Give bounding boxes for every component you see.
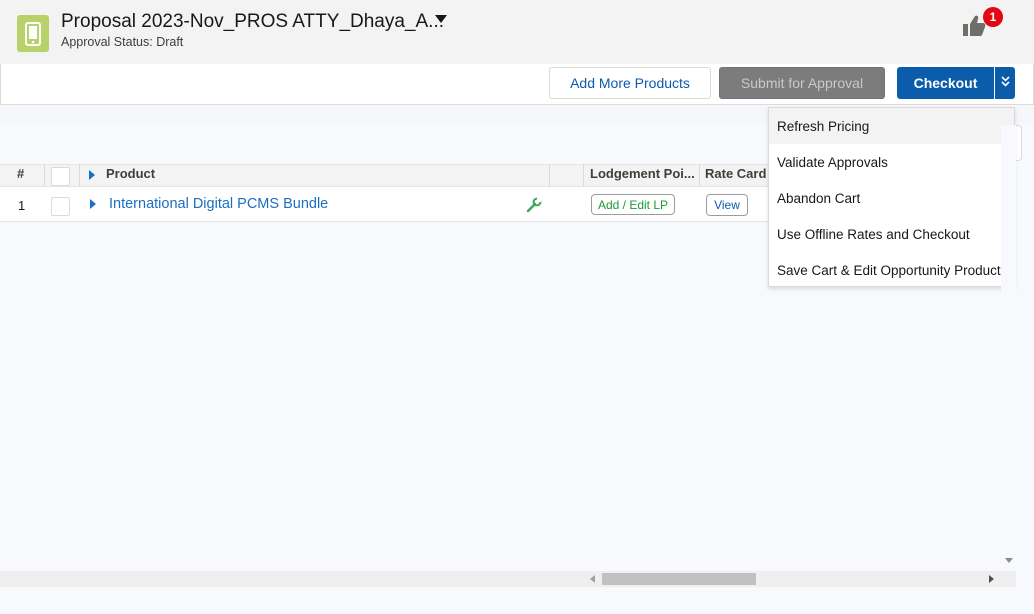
column-header-lodgement-point[interactable]: Lodgement Poi...: [590, 166, 695, 181]
mobile-device-icon: [17, 15, 49, 52]
double-chevron-down-icon: [1000, 76, 1010, 90]
title-dropdown-caret-icon[interactable]: [435, 15, 447, 23]
select-all-checkbox[interactable]: [51, 167, 70, 186]
add-more-products-button[interactable]: Add More Products: [549, 67, 711, 99]
expand-row-icon[interactable]: [90, 199, 96, 209]
expand-all-icon[interactable]: [89, 170, 95, 180]
view-rate-card-button[interactable]: View: [706, 194, 748, 216]
wrench-icon[interactable]: [526, 197, 542, 213]
horizontal-scrollbar-thumb[interactable]: [602, 573, 756, 585]
column-header-number: #: [17, 166, 25, 181]
notification-badge: 1: [983, 7, 1003, 27]
row-checkbox[interactable]: [51, 197, 70, 216]
vertical-scrollbar[interactable]: [1001, 125, 1016, 571]
submit-for-approval-button[interactable]: Submit for Approval: [719, 67, 885, 99]
horizontal-scrollbar[interactable]: [0, 571, 1016, 587]
product-name-link[interactable]: International Digital PCMS Bundle: [109, 196, 328, 212]
checkout-button[interactable]: Checkout: [897, 67, 994, 99]
scroll-right-arrow-icon[interactable]: [989, 575, 994, 583]
scroll-down-arrow-icon[interactable]: [1005, 558, 1013, 563]
scroll-left-arrow-icon[interactable]: [590, 575, 595, 583]
record-title[interactable]: Proposal 2023-Nov_PROS ATTY_Dhaya_A...: [61, 11, 444, 33]
approval-status: Approval Status: Draft: [61, 35, 184, 49]
add-edit-lp-button[interactable]: Add / Edit LP: [591, 194, 675, 215]
menu-item-refresh-pricing[interactable]: Refresh Pricing: [769, 108, 1014, 144]
menu-item-save-cart-edit-products[interactable]: Save Cart & Edit Opportunity Products: [769, 252, 1014, 288]
menu-item-offline-checkout[interactable]: Use Offline Rates and Checkout: [769, 216, 1014, 252]
menu-item-validate-approvals[interactable]: Validate Approvals: [769, 144, 1014, 180]
column-header-rate-card[interactable]: Rate Card: [705, 166, 766, 181]
hidden-control-edge: [1015, 125, 1022, 161]
menu-item-abandon-cart[interactable]: Abandon Cart: [769, 180, 1014, 216]
column-header-product[interactable]: Product: [106, 166, 155, 181]
more-actions-menu: Refresh Pricing Validate Approvals Aband…: [768, 107, 1015, 287]
row-number: 1: [18, 198, 26, 213]
more-actions-button[interactable]: [995, 67, 1015, 99]
